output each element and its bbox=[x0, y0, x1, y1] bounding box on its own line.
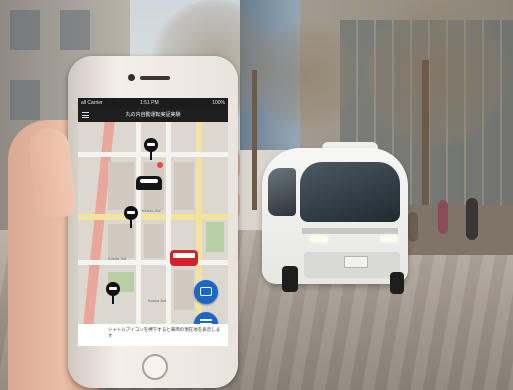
street-label: Kenzo-3rd bbox=[142, 208, 161, 213]
tree-trunk bbox=[252, 70, 257, 210]
clock: 1:51 PM bbox=[140, 100, 159, 106]
bus-stop-pin-icon[interactable] bbox=[144, 138, 158, 160]
footer-instructions: シャトルアイコンを押下すると車両の現在地を表示します bbox=[78, 324, 228, 346]
pedestrian bbox=[466, 198, 478, 240]
current-location-dot bbox=[157, 162, 163, 168]
battery-level: 100% bbox=[212, 100, 225, 106]
bus-stop-pin-icon[interactable] bbox=[106, 282, 120, 304]
tree-trunk bbox=[422, 60, 429, 220]
bus-stop-pin-icon[interactable] bbox=[124, 206, 138, 228]
pedestrian bbox=[438, 200, 448, 234]
hamburger-menu-icon[interactable] bbox=[82, 112, 89, 118]
autonomous-shuttle bbox=[262, 142, 412, 296]
timetable-icon[interactable] bbox=[194, 312, 218, 324]
map-view[interactable]: Kenzo-3rd Kunita 3rd Kuzza 3rd bbox=[78, 122, 228, 324]
tree-canopy bbox=[250, 20, 360, 130]
street-label: Kunita 3rd bbox=[108, 256, 127, 261]
phone-screen: all Carrier 1:51 PM 100% 丸の内自動運転実証実験 Ken… bbox=[78, 98, 228, 346]
photo-scene: all Carrier 1:51 PM 100% 丸の内自動運転実証実験 Ken… bbox=[0, 0, 513, 390]
earpiece bbox=[140, 76, 170, 80]
status-bar: all Carrier 1:51 PM 100% bbox=[78, 98, 228, 108]
carrier-label: all Carrier bbox=[81, 100, 103, 106]
front-camera bbox=[128, 74, 135, 81]
home-button[interactable] bbox=[142, 354, 168, 380]
vehicle-list-icon[interactable] bbox=[194, 280, 218, 304]
tree-canopy bbox=[360, 0, 510, 150]
app-bar: 丸の内自動運転実証実験 bbox=[78, 108, 228, 122]
red-bus-icon[interactable] bbox=[170, 250, 198, 266]
app-title: 丸の内自動運転実証実験 bbox=[125, 112, 181, 118]
smartphone: all Carrier 1:51 PM 100% 丸の内自動運転実証実験 Ken… bbox=[68, 56, 238, 388]
street-label: Kuzza 3rd bbox=[148, 298, 167, 303]
shuttle-vehicle-icon[interactable] bbox=[136, 176, 162, 190]
